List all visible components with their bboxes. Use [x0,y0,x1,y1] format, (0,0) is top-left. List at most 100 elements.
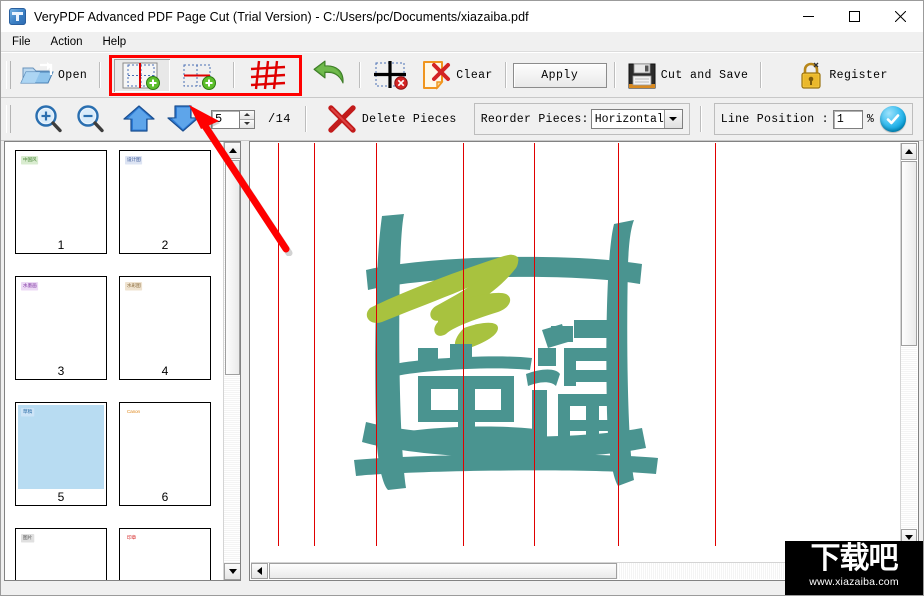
blue-down-arrow-icon [167,105,199,132]
thumbnail-number: 2 [161,238,169,252]
cut-line[interactable] [314,143,315,546]
thumbnail-inner [122,279,208,363]
preview-vscroll-thumb[interactable] [901,161,917,346]
thumbnail-mark: 草稿 [21,408,34,417]
thumbnail-inner [122,153,208,237]
previous-page-button[interactable] [117,102,161,136]
apply-line-position-button[interactable] [880,106,907,132]
cut-line[interactable] [376,143,377,546]
clear-button[interactable]: Clear [415,58,498,92]
menu-help[interactable]: Help [94,34,136,50]
clear-label: Clear [456,68,493,82]
preview-scroll-up-button[interactable] [901,143,917,160]
triangle-up-icon [905,149,913,154]
cut-and-save-button[interactable]: Cut and Save [622,58,754,92]
page-stepper-up[interactable] [240,110,254,120]
maximize-button[interactable] [831,1,877,32]
thumbnail-scroll-thumb[interactable] [225,160,240,375]
thumbnail-page-2[interactable]: 设计图 2 [119,150,211,254]
application-window: VeryPDF Advanced PDF Page Cut (Trial Ver… [0,0,924,596]
page-stepper-down[interactable] [240,119,254,128]
line-position-group: Line Position : 1 % [713,103,914,135]
thumbnail-scrollbar[interactable] [223,142,240,580]
thumbnail-mark: Canon [125,408,142,417]
site-watermark: 下载吧 www.xiazaiba.com [785,541,923,595]
cut-line[interactable] [463,143,464,546]
thumbnail-grid: 中国风 1 设计图 2 水墨画 3 水彩图 4 草稿 5 Canon 6 图片 … [5,142,224,580]
preview-scroll-left-button[interactable] [251,563,268,579]
toolbar-grip[interactable] [6,61,11,89]
thumbnail-page-1[interactable]: 中国风 1 [15,150,107,254]
window-title: VeryPDF Advanced PDF Page Cut (Trial Ver… [34,9,529,24]
cut-line[interactable] [618,143,619,546]
thumbnail-page-3[interactable]: 水墨画 3 [15,276,107,380]
thumbnail-inner [18,405,104,489]
thumbnail-mark: 中国风 [21,156,39,165]
thumbnail-scroll-down-button[interactable] [224,563,240,580]
view-toolbar: 5 /14 Delete Pieces Reorder Pieces: Hori… [1,98,923,141]
thumbnail-page-7[interactable]: 图片 7 [15,528,107,580]
cut-line[interactable] [278,143,279,546]
thumbnail-mark: 印章 [125,534,138,543]
add-horizontal-line-icon [183,64,217,90]
next-page-button[interactable] [161,102,205,136]
preview-hscroll-thumb[interactable] [269,563,617,579]
thumbnail-page-6[interactable]: Canon 6 [119,402,211,506]
title-bar: VeryPDF Advanced PDF Page Cut (Trial Ver… [1,1,923,32]
undo-button[interactable] [306,58,352,92]
line-position-input[interactable]: 1 [832,109,863,129]
thumbnail-mark: 水彩图 [125,282,143,291]
thumbnail-sheet: 中国风 1 [15,150,107,254]
cut-and-save-label: Cut and Save [660,68,749,82]
reorder-pieces-select[interactable]: Horizontal [590,109,683,129]
cut-line[interactable] [715,143,716,546]
register-label: Register [829,68,888,82]
toolbar-separator [504,62,506,88]
content-area: 中国风 1 设计图 2 水墨画 3 水彩图 4 草稿 5 Canon 6 图片 … [1,141,923,595]
menu-file[interactable]: File [3,34,40,50]
reorder-pieces-label: Reorder Pieces: [480,112,589,126]
preview-vertical-scrollbar[interactable] [900,143,917,546]
page-number-input[interactable]: 5 [211,109,240,129]
zoom-out-button[interactable] [69,102,111,136]
register-button[interactable]: Register [792,58,892,92]
remove-cut-line-button[interactable] [367,58,415,92]
thumbnail-panel: 中国风 1 设计图 2 水墨画 3 水彩图 4 草稿 5 Canon 6 图片 … [4,141,241,581]
thumbnail-number: 6 [161,490,169,504]
minimize-button[interactable] [785,1,831,32]
watermark-url: www.xiazaiba.com [809,576,899,588]
close-button[interactable] [877,1,923,32]
thumbnail-number: 5 [57,490,65,504]
toolbar-separator [233,62,235,88]
floppy-disk-icon [628,63,656,88]
thumbnail-page-8[interactable]: 印章 8 [119,528,211,580]
triangle-up-icon [228,148,237,153]
thumbnail-sheet: Canon 6 [119,402,211,506]
thumbnail-scroll-up-button[interactable] [224,142,240,159]
add-vertical-cut-line-button[interactable] [114,58,171,92]
thumbnail-number: 1 [57,238,65,252]
toolbar-grip[interactable] [6,105,11,133]
pdf-page-surface[interactable] [251,143,902,546]
thumbnail-inner [18,153,104,237]
thumbnail-page-5[interactable]: 草稿 5 [15,402,107,506]
add-grid-cut-lines-button[interactable] [241,59,297,92]
menu-action[interactable]: Action [42,34,92,50]
thumbnail-sheet: 印章 8 [119,528,211,580]
chevron-down-icon[interactable] [663,110,682,128]
toolbar-separator [359,62,361,88]
delete-pieces-button[interactable]: Delete Pieces [321,102,462,136]
preview-canvas[interactable] [251,143,902,546]
page-number-stepper[interactable]: 5 /14 [211,109,291,129]
thumbnail-mark: 水墨画 [21,282,39,291]
toolbar-separator [99,62,101,88]
thumbnail-page-4[interactable]: 水彩图 4 [119,276,211,380]
apply-button[interactable]: Apply [512,62,607,88]
triangle-down-icon [905,535,913,540]
cut-line[interactable] [534,143,535,546]
open-button[interactable]: Open [15,58,92,92]
zoom-in-button[interactable] [27,102,69,136]
toolbar-separator [699,106,701,132]
add-horizontal-cut-line-button[interactable] [170,59,226,92]
blue-up-arrow-icon [123,105,155,132]
